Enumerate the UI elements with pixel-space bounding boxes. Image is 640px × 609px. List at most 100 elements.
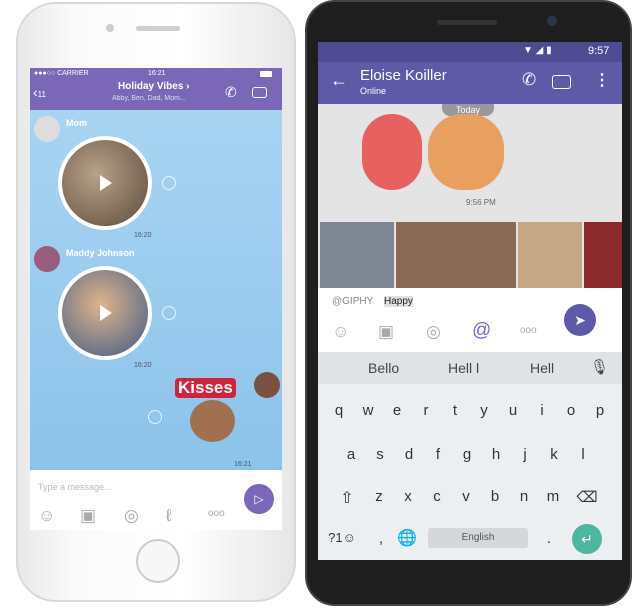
battery-icon bbox=[260, 71, 272, 77]
chat-header: ← Eloise Koiller Online ✆ ⋮ bbox=[318, 62, 622, 104]
contact-name[interactable]: Eloise Koiller bbox=[360, 67, 447, 84]
key-v[interactable]: v bbox=[453, 488, 479, 505]
key-z[interactable]: z bbox=[366, 488, 392, 505]
key-e[interactable]: e bbox=[384, 402, 410, 419]
key-u[interactable]: u bbox=[500, 402, 526, 419]
like-icon[interactable] bbox=[148, 410, 162, 424]
sticker-boy[interactable] bbox=[428, 114, 504, 190]
message-input[interactable]: Happy bbox=[384, 296, 413, 307]
wifi-icon: ▼ ◢ ▮ bbox=[523, 45, 552, 56]
comma-key[interactable]: , bbox=[368, 530, 394, 547]
key-t[interactable]: t bbox=[442, 402, 468, 419]
key-d[interactable]: d bbox=[396, 446, 422, 463]
sender-name: Mom bbox=[66, 118, 87, 128]
composer: @GIPHY Happy ➤ ☺ ▣ ◎ @ ooo bbox=[318, 288, 622, 352]
title-text: Holiday Vibes bbox=[118, 81, 184, 92]
gif-result[interactable] bbox=[396, 222, 516, 288]
avatar-mom bbox=[34, 116, 60, 142]
enter-key[interactable]: ↵ bbox=[572, 524, 602, 554]
group-title[interactable]: Holiday Vibes › bbox=[118, 81, 190, 92]
key-s[interactable]: s bbox=[367, 446, 393, 463]
key-o[interactable]: o bbox=[558, 402, 584, 419]
video-message-button[interactable]: ▷ bbox=[244, 484, 274, 514]
camera bbox=[547, 16, 557, 26]
key-f[interactable]: f bbox=[425, 446, 451, 463]
timestamp: 9:56 PM bbox=[466, 198, 496, 207]
key-r[interactable]: r bbox=[413, 402, 439, 419]
back-button[interactable]: ‹11 bbox=[33, 84, 46, 100]
more-icon[interactable]: ooo bbox=[208, 508, 225, 519]
video-message[interactable] bbox=[58, 136, 152, 230]
globe-icon[interactable]: 🌐 bbox=[394, 528, 420, 548]
key-m[interactable]: m bbox=[540, 488, 566, 505]
gif-result[interactable] bbox=[320, 222, 394, 288]
timestamp: 16:20 bbox=[134, 362, 152, 369]
gif-result[interactable] bbox=[584, 222, 622, 288]
key-c[interactable]: c bbox=[424, 488, 450, 505]
status-time: 16:21 bbox=[148, 70, 166, 77]
more-options-icon[interactable]: ⋮ bbox=[594, 70, 610, 90]
sticker-girl[interactable] bbox=[362, 114, 422, 190]
iphone-screen: ●●●○○ CARRIER 16:21 ‹11 Holiday Vibes › … bbox=[30, 68, 282, 530]
video-message[interactable] bbox=[58, 266, 152, 360]
video-call-icon[interactable] bbox=[252, 87, 267, 98]
key-w[interactable]: w bbox=[355, 402, 381, 419]
play-icon bbox=[100, 305, 112, 321]
like-icon[interactable] bbox=[162, 176, 176, 190]
key-j[interactable]: j bbox=[512, 446, 538, 463]
back-arrow-icon[interactable]: ← bbox=[330, 70, 348, 91]
back-count: 11 bbox=[37, 90, 46, 99]
gallery-icon[interactable]: ▣ bbox=[378, 322, 394, 342]
contact-status: Online bbox=[360, 86, 387, 96]
key-b[interactable]: b bbox=[482, 488, 508, 505]
group-members: Abby, Ben, Dad, Mom... bbox=[112, 95, 186, 102]
camera-icon[interactable]: ◎ bbox=[124, 506, 139, 526]
sticker-icon[interactable]: ☺ bbox=[38, 506, 55, 526]
key-y[interactable]: y bbox=[471, 402, 497, 419]
reindeer-sticker[interactable] bbox=[190, 400, 235, 442]
space-bar[interactable]: English bbox=[428, 528, 528, 548]
key-h[interactable]: h bbox=[483, 446, 509, 463]
key-l[interactable]: l bbox=[570, 446, 596, 463]
period-key[interactable]: . bbox=[536, 530, 562, 547]
android-screen: ▼ ◢ ▮ 9:57 ← Eloise Koiller Online ✆ ⋮ T… bbox=[318, 42, 622, 560]
shift-key[interactable]: ⇧ bbox=[334, 488, 360, 508]
like-icon[interactable] bbox=[162, 306, 176, 320]
suggestion-bar: Bello Hell l Hell 🎙 bbox=[318, 352, 622, 384]
key-i[interactable]: i bbox=[529, 402, 555, 419]
key-n[interactable]: n bbox=[511, 488, 537, 505]
key-k[interactable]: k bbox=[541, 446, 567, 463]
sticker-icon[interactable]: ☺ bbox=[332, 322, 349, 342]
doodle-icon[interactable]: ℓ bbox=[166, 506, 172, 526]
symbols-key[interactable]: ?1☺ bbox=[322, 530, 362, 545]
status-bar: ▼ ◢ ▮ 9:57 bbox=[318, 42, 622, 62]
camera-icon[interactable]: ◎ bbox=[426, 322, 441, 342]
speaker bbox=[136, 26, 180, 31]
timestamp: 16:20 bbox=[134, 232, 152, 239]
message-input[interactable]: Type a message... bbox=[38, 482, 112, 492]
more-icon[interactable]: ooo bbox=[520, 325, 537, 336]
call-icon[interactable]: ✆ bbox=[225, 84, 237, 101]
suggestion[interactable]: Bello bbox=[368, 360, 399, 376]
giphy-at-icon[interactable]: @ bbox=[472, 320, 491, 342]
play-icon bbox=[100, 175, 112, 191]
gif-result[interactable] bbox=[518, 222, 582, 288]
send-button[interactable]: ➤ bbox=[564, 304, 596, 336]
sender-name: Maddy Johnson bbox=[66, 248, 135, 258]
key-a[interactable]: a bbox=[338, 446, 364, 463]
call-icon[interactable]: ✆ bbox=[522, 70, 536, 90]
kisses-sticker[interactable]: Kisses bbox=[175, 378, 236, 398]
suggestion[interactable]: Hell l bbox=[448, 360, 479, 376]
chat-area: Mom 16:20 Maddy Johnson 16:20 Kisses 16:… bbox=[30, 110, 282, 470]
video-call-icon[interactable] bbox=[552, 75, 571, 89]
microphone-icon[interactable]: 🎙 bbox=[590, 358, 609, 376]
key-q[interactable]: q bbox=[326, 402, 352, 419]
status-time: 9:57 bbox=[588, 45, 610, 57]
gallery-icon[interactable]: ▣ bbox=[80, 506, 96, 526]
backspace-key[interactable]: ⌫ bbox=[574, 488, 600, 506]
key-x[interactable]: x bbox=[395, 488, 421, 505]
key-p[interactable]: p bbox=[587, 402, 613, 419]
suggestion[interactable]: Hell bbox=[530, 360, 554, 376]
key-g[interactable]: g bbox=[454, 446, 480, 463]
home-button[interactable] bbox=[136, 539, 180, 583]
